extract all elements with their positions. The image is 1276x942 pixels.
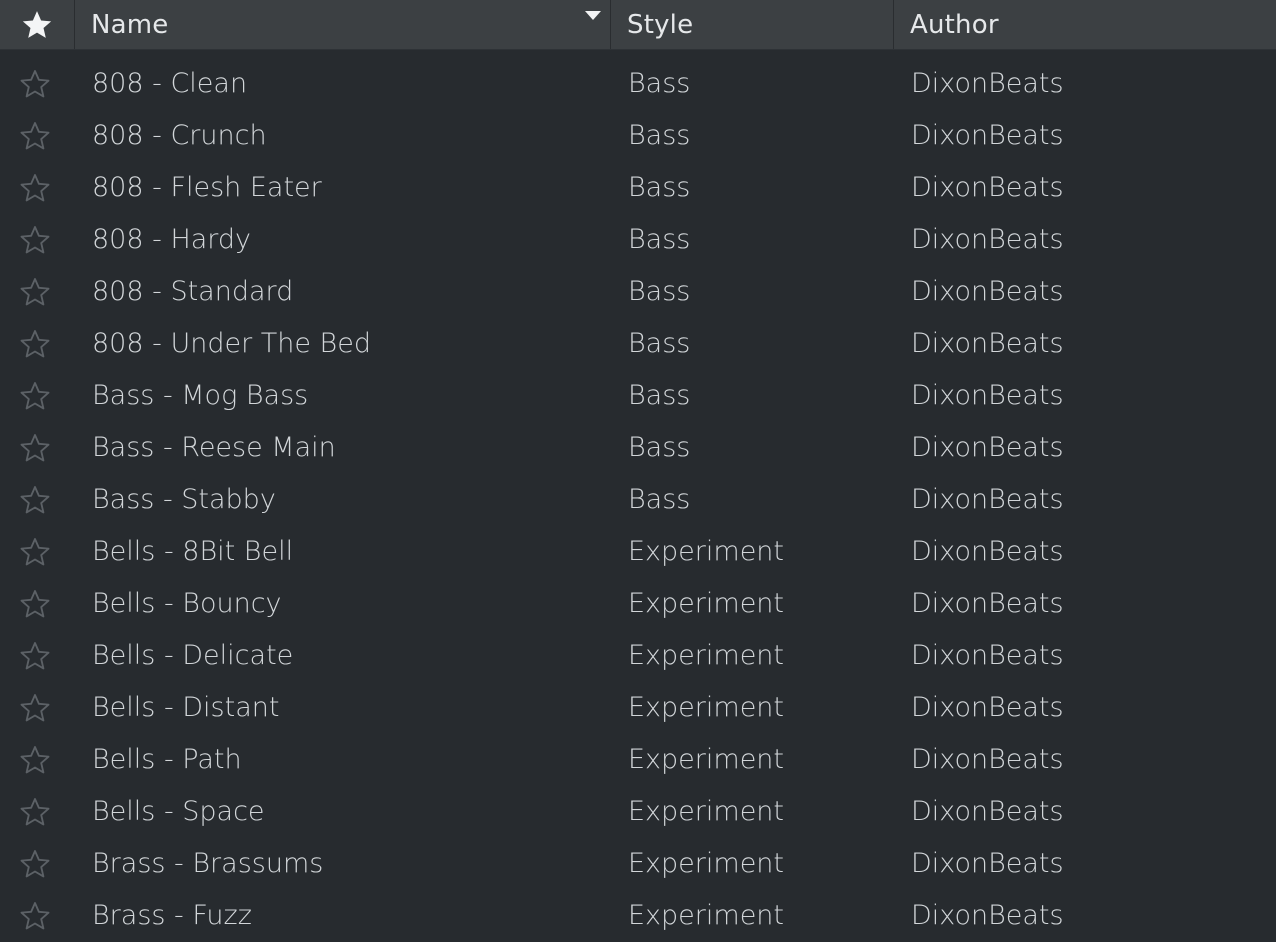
star-outline-icon[interactable] — [0, 318, 70, 370]
preset-name: Bells - Space — [92, 796, 265, 827]
star-outline-icon[interactable] — [0, 422, 70, 474]
star-outline-icon[interactable] — [0, 786, 70, 838]
star-outline-icon[interactable] — [0, 682, 70, 734]
preset-name: 808 - Flesh Eater — [92, 172, 322, 203]
preset-row[interactable]: 808 - Crunch Bass DixonBeats — [0, 110, 1276, 162]
preset-author: DixonBeats — [911, 640, 1064, 671]
sort-descending-icon[interactable] — [585, 11, 601, 20]
preset-row[interactable]: Bells - Bouncy Experiment DixonBeats — [0, 578, 1276, 630]
star-outline-icon[interactable] — [0, 162, 70, 214]
preset-author: DixonBeats — [911, 484, 1064, 515]
column-header-bar: Name Style Author — [0, 0, 1276, 50]
preset-style: Bass — [628, 432, 691, 463]
preset-name: Bells - Path — [92, 744, 242, 775]
preset-row[interactable]: 808 - Hardy Bass DixonBeats — [0, 214, 1276, 266]
preset-author: DixonBeats — [911, 172, 1064, 203]
preset-row[interactable]: Bass - Stabby Bass DixonBeats — [0, 474, 1276, 526]
preset-author: DixonBeats — [911, 692, 1064, 723]
star-outline-icon[interactable] — [0, 526, 70, 578]
preset-name: Brass - Brassums — [92, 848, 324, 879]
author-column-label: Author — [910, 9, 999, 40]
preset-author: DixonBeats — [911, 848, 1064, 879]
preset-author: DixonBeats — [911, 796, 1064, 827]
preset-row[interactable]: Bass - Mog Bass Bass DixonBeats — [0, 370, 1276, 422]
favorite-column-header[interactable] — [0, 0, 75, 49]
preset-name: Bells - Delicate — [92, 640, 294, 671]
preset-name: Bass - Stabby — [92, 484, 276, 515]
preset-name: 808 - Hardy — [92, 224, 252, 255]
preset-style: Experiment — [628, 640, 785, 671]
preset-name: Brass - Fuzz — [92, 900, 252, 931]
preset-style: Bass — [628, 68, 691, 99]
name-column-header[interactable]: Name — [75, 0, 611, 49]
preset-name: Bass - Reese Main — [92, 432, 336, 463]
preset-name: 808 - Under The Bed — [92, 328, 371, 359]
preset-author: DixonBeats — [911, 380, 1064, 411]
preset-browser: Name Style Author 808 - Clean Bass DixonBe… — [0, 0, 1276, 942]
style-column-header[interactable]: Style — [611, 0, 894, 49]
preset-row[interactable]: Bells - Path Experiment DixonBeats — [0, 734, 1276, 786]
star-outline-icon[interactable] — [0, 890, 70, 942]
preset-row[interactable]: 808 - Under The Bed Bass DixonBeats — [0, 318, 1276, 370]
author-column-header[interactable]: Author — [894, 0, 1276, 49]
preset-author: DixonBeats — [911, 900, 1064, 931]
preset-row[interactable]: 808 - Clean Bass DixonBeats — [0, 58, 1276, 110]
preset-name: Bells - Distant — [92, 692, 280, 723]
preset-style: Experiment — [628, 536, 785, 567]
preset-author: DixonBeats — [911, 276, 1064, 307]
star-outline-icon[interactable] — [0, 370, 70, 422]
preset-row[interactable]: Bells - 8Bit Bell Experiment DixonBeats — [0, 526, 1276, 578]
preset-author: DixonBeats — [911, 432, 1064, 463]
star-outline-icon[interactable] — [0, 110, 70, 162]
star-outline-icon[interactable] — [0, 214, 70, 266]
star-outline-icon[interactable] — [0, 734, 70, 786]
preset-row[interactable]: Brass - Fuzz Experiment DixonBeats — [0, 890, 1276, 942]
preset-name: 808 - Clean — [92, 68, 248, 99]
star-outline-icon[interactable] — [0, 578, 70, 630]
star-filled-icon — [20, 8, 54, 42]
name-column-label: Name — [91, 9, 169, 40]
preset-row[interactable]: 808 - Flesh Eater Bass DixonBeats — [0, 162, 1276, 214]
star-outline-icon[interactable] — [0, 58, 70, 110]
preset-name: 808 - Standard — [92, 276, 294, 307]
preset-row[interactable]: 808 - Standard Bass DixonBeats — [0, 266, 1276, 318]
preset-author: DixonBeats — [911, 68, 1064, 99]
preset-style: Bass — [628, 484, 691, 515]
preset-author: DixonBeats — [911, 224, 1064, 255]
preset-list: 808 - Clean Bass DixonBeats 808 - Crunch Bas… — [0, 58, 1276, 942]
preset-style: Bass — [628, 276, 691, 307]
preset-row[interactable]: Bells - Delicate Experiment DixonBeats — [0, 630, 1276, 682]
star-outline-icon[interactable] — [0, 474, 70, 526]
star-outline-icon[interactable] — [0, 630, 70, 682]
star-outline-icon[interactable] — [0, 838, 70, 890]
preset-row[interactable]: Brass - Brassums Experiment DixonBeats — [0, 838, 1276, 890]
preset-style: Experiment — [628, 848, 785, 879]
preset-style: Bass — [628, 120, 691, 151]
preset-style: Bass — [628, 172, 691, 203]
preset-row[interactable]: Bells - Space Experiment DixonBeats — [0, 786, 1276, 838]
preset-author: DixonBeats — [911, 120, 1064, 151]
star-outline-icon[interactable] — [0, 266, 70, 318]
preset-style: Bass — [628, 328, 691, 359]
preset-name: Bells - Bouncy — [92, 588, 282, 619]
preset-style: Experiment — [628, 588, 785, 619]
preset-name: Bass - Mog Bass — [92, 380, 309, 411]
preset-author: DixonBeats — [911, 588, 1064, 619]
preset-name: 808 - Crunch — [92, 120, 267, 151]
preset-author: DixonBeats — [911, 328, 1064, 359]
preset-style: Experiment — [628, 744, 785, 775]
preset-row[interactable]: Bells - Distant Experiment DixonBeats — [0, 682, 1276, 734]
preset-row[interactable]: Bass - Reese Main Bass DixonBeats — [0, 422, 1276, 474]
preset-style: Experiment — [628, 692, 785, 723]
preset-author: DixonBeats — [911, 744, 1064, 775]
preset-author: DixonBeats — [911, 536, 1064, 567]
preset-style: Bass — [628, 224, 691, 255]
preset-name: Bells - 8Bit Bell — [92, 536, 294, 567]
preset-style: Experiment — [628, 900, 785, 931]
preset-style: Experiment — [628, 796, 785, 827]
preset-style: Bass — [628, 380, 691, 411]
style-column-label: Style — [627, 9, 694, 40]
